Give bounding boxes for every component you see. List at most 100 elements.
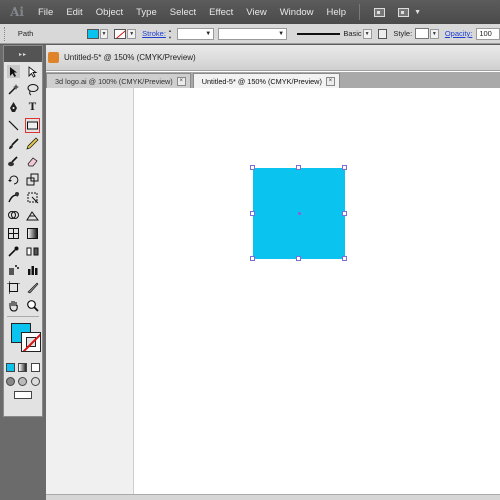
hand-tool-icon[interactable]: [6, 298, 21, 313]
gradient-mode-button[interactable]: [18, 362, 28, 372]
selection-tool-icon[interactable]: [6, 64, 21, 79]
bounding-handle-bottom-left[interactable]: [250, 256, 255, 261]
tools-panel-header[interactable]: ▸▸: [4, 46, 42, 62]
fill-dropdown[interactable]: ▼: [99, 28, 109, 39]
perspective-grid-tool-icon[interactable]: [25, 208, 40, 223]
menu-divider: [359, 4, 361, 20]
document-tabs: 3d logo.ai @ 100% (CMYK/Preview) × Untit…: [46, 72, 500, 88]
stroke-color-swatch[interactable]: [114, 28, 127, 39]
column-graph-tool-icon[interactable]: [25, 262, 40, 277]
bridge-icon: [373, 7, 385, 17]
symbol-sprayer-tool-icon[interactable]: [6, 262, 21, 277]
menu-window[interactable]: Window: [280, 7, 314, 18]
menu-object[interactable]: Object: [96, 7, 123, 18]
document-title-bar: Untitled-5* @ 150% (CMYK/Preview): [46, 45, 500, 71]
center-point: [298, 212, 301, 215]
opacity-panel-link[interactable]: Opacity:: [445, 29, 473, 38]
selected-rectangle[interactable]: [250, 165, 347, 261]
direct-selection-tool-icon[interactable]: [25, 64, 40, 79]
blend-tool-icon[interactable]: [25, 244, 40, 259]
scale-tool-icon[interactable]: [25, 172, 40, 187]
bounding-handle-top-right[interactable]: [342, 165, 347, 170]
arrange-icon: [397, 7, 409, 17]
menu-edit[interactable]: Edit: [66, 7, 82, 18]
document-area: Untitled-5* @ 150% (CMYK/Preview) 3d log…: [46, 45, 500, 500]
style-dropdown[interactable]: ▼: [429, 28, 439, 39]
mesh-tool-icon[interactable]: [6, 226, 21, 241]
chevron-down-icon[interactable]: ▼: [414, 9, 421, 16]
stroke-panel-link[interactable]: Stroke:: [142, 29, 166, 38]
tab-3d-logo[interactable]: 3d logo.ai @ 100% (CMYK/Preview) ×: [46, 73, 191, 88]
tab-label: Untitled-5* @ 150% (CMYK/Preview): [201, 76, 322, 86]
opacity-field[interactable]: 100: [476, 27, 500, 40]
eyedropper-tool-icon[interactable]: [6, 244, 21, 259]
bounding-handle-top[interactable]: [296, 165, 301, 170]
type-tool-icon[interactable]: T: [25, 100, 40, 115]
pen-tool-icon[interactable]: [6, 100, 21, 115]
panel-grip[interactable]: [4, 26, 10, 41]
slice-tool-icon[interactable]: [25, 280, 40, 295]
bounding-handle-bottom-right[interactable]: [342, 256, 347, 261]
app-logo: Ai: [10, 5, 24, 19]
tools-panel-dock: ▸▸ T: [0, 45, 46, 500]
bounding-handle-bottom[interactable]: [296, 256, 301, 261]
menu-type[interactable]: Type: [136, 7, 157, 18]
control-bar: Path ▼ ▼ Stroke: ▲ ▼ ▼ ▼ Basic ▼ Style: ▼…: [0, 24, 500, 44]
draw-inside-icon[interactable]: [31, 376, 41, 386]
color-mode-button[interactable]: [5, 362, 15, 372]
screen-mode-button[interactable]: [14, 391, 32, 399]
line-segment-tool-icon[interactable]: [6, 118, 21, 133]
document-title: Untitled-5* @ 150% (CMYK/Preview): [64, 53, 196, 62]
draw-behind-icon[interactable]: [18, 376, 28, 386]
artboard[interactable]: [135, 88, 500, 500]
menu-bar: Ai File Edit Object Type Select Effect V…: [0, 0, 500, 24]
zoom-tool-icon[interactable]: [25, 298, 40, 313]
blob-brush-tool-icon[interactable]: [6, 154, 21, 169]
stroke-dropdown[interactable]: ▼: [127, 28, 137, 39]
pencil-tool-icon[interactable]: [25, 136, 40, 151]
paintbrush-tool-icon[interactable]: [6, 136, 21, 151]
lasso-tool-icon[interactable]: [25, 82, 40, 97]
close-icon[interactable]: ×: [176, 76, 186, 86]
close-icon[interactable]: ×: [325, 76, 335, 86]
shape-builder-tool-icon[interactable]: [6, 208, 21, 223]
warp-tool-icon[interactable]: [6, 190, 21, 205]
arrange-documents-button[interactable]: [394, 5, 412, 19]
eraser-tool-icon[interactable]: [25, 154, 40, 169]
menu-effect[interactable]: Effect: [209, 7, 233, 18]
bounding-handle-right[interactable]: [342, 211, 347, 216]
tools-divider: [7, 316, 39, 317]
fill-color-swatch[interactable]: [86, 28, 99, 39]
illustrator-window: Ai File Edit Object Type Select Effect V…: [0, 0, 500, 500]
bounding-handle-top-left[interactable]: [250, 165, 255, 170]
rectangle-tool-icon[interactable]: [25, 117, 40, 133]
fill-stroke-widget: [8, 320, 42, 356]
graphic-style-swatch[interactable]: [415, 28, 429, 39]
menu-file[interactable]: File: [38, 7, 53, 18]
menu-view[interactable]: View: [246, 7, 266, 18]
menu-select[interactable]: Select: [170, 7, 196, 18]
free-transform-tool-icon[interactable]: [25, 190, 40, 205]
brush-definition-preview[interactable]: [297, 32, 341, 35]
draw-normal-icon[interactable]: [5, 376, 15, 386]
menu-help[interactable]: Help: [327, 7, 347, 18]
variable-width-profile[interactable]: ▼: [218, 27, 288, 40]
bounding-handle-left[interactable]: [250, 211, 255, 216]
tab-untitled-5[interactable]: Untitled-5* @ 150% (CMYK/Preview) ×: [192, 73, 340, 88]
stroke-weight-stepper[interactable]: ▲ ▼: [168, 28, 175, 40]
rotate-tool-icon[interactable]: [6, 172, 21, 187]
brush-options-icon[interactable]: [377, 28, 388, 39]
gradient-tool-icon[interactable]: [25, 226, 40, 241]
tools-panel: ▸▸ T: [3, 45, 43, 417]
selection-type-label: Path: [17, 29, 34, 38]
none-mode-button[interactable]: [31, 362, 41, 372]
magic-wand-tool-icon[interactable]: [6, 82, 21, 97]
horizontal-scrollbar[interactable]: [46, 494, 500, 500]
stroke-swatch[interactable]: [21, 332, 41, 352]
bridge-button[interactable]: [370, 5, 388, 19]
stroke-weight-field[interactable]: ▼: [176, 27, 215, 40]
pasteboard: [46, 88, 134, 500]
brush-definition-label: Basic: [343, 29, 362, 38]
brush-dropdown[interactable]: ▼: [362, 28, 372, 39]
artboard-tool-icon[interactable]: [6, 280, 21, 295]
